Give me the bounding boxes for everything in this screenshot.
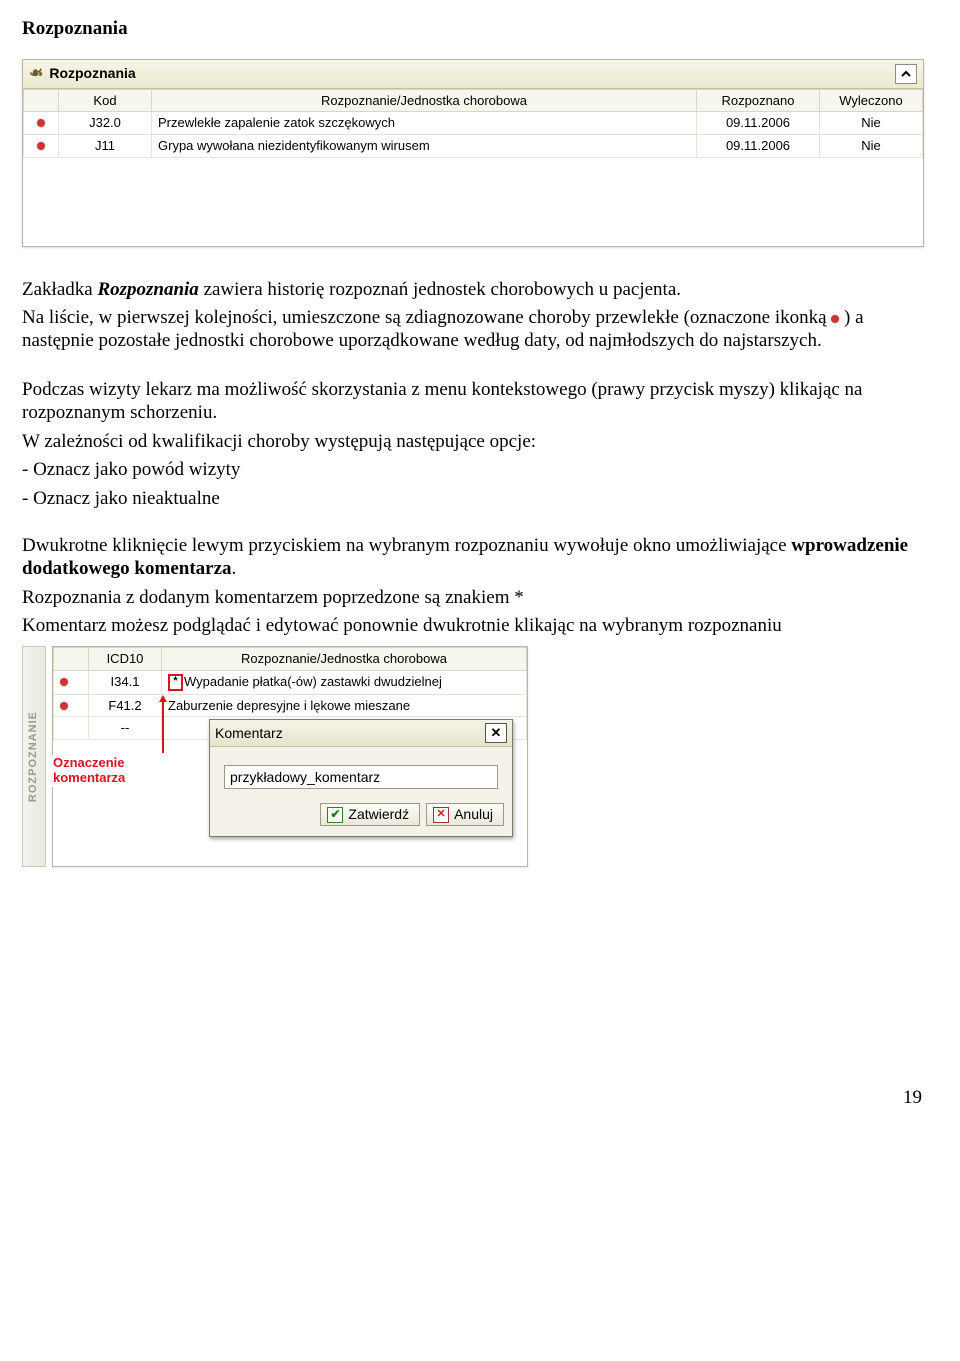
cell-code: --	[89, 717, 162, 740]
col-icon	[24, 89, 59, 112]
paragraph: Komentarz możesz podglądać i edytować po…	[22, 615, 930, 638]
cell-text: Wypadanie płatka(-ów) zastawki dwudzieln…	[184, 674, 442, 689]
text: Zakładka	[22, 279, 97, 300]
table-row[interactable]: I34.1 *Wypadanie płatka(-ów) zastawki dw…	[54, 670, 527, 694]
text: Dwukrotne kliknięcie lewym przyciskiem n…	[22, 535, 791, 556]
col-diag[interactable]: Rozpoznanie/Jednostka chorobowa	[152, 89, 697, 112]
diagnoses-table: Kod Rozpoznanie/Jednostka chorobowa Rozp…	[23, 89, 923, 158]
paragraph: Rozpoznania z dodanym komentarzem poprze…	[22, 587, 930, 610]
panel-title: Rozpoznania	[49, 65, 895, 82]
close-icon: ✕	[433, 807, 449, 823]
paragraph: W zależności od kwalifikacji choroby wys…	[22, 431, 930, 454]
table-row[interactable]: J11 Grypa wywołana niezidentyfikowanym w…	[24, 134, 923, 157]
text: Na liście, w pierwszej kolejności, umies…	[22, 307, 831, 328]
cell-date: 09.11.2006	[697, 112, 820, 135]
comment-dialog: Komentarz ✕ ✔ Zatwierdź ✕ Anuluj	[209, 719, 513, 837]
sidebar-tab[interactable]: ROZPOZNANIE	[22, 646, 46, 867]
col-code[interactable]: Kod	[59, 89, 152, 112]
dialog-buttons: ✔ Zatwierdź ✕ Anuluj	[210, 797, 512, 836]
col-date[interactable]: Rozpoznano	[697, 89, 820, 112]
diagnoses-panel-small: ICD10 Rozpoznanie/Jednostka chorobowa I3…	[52, 646, 528, 867]
cell-code: J32.0	[59, 112, 152, 135]
page-number: 19	[22, 1087, 930, 1110]
dialog-header: Komentarz ✕	[210, 720, 512, 747]
cell-diag: Przewlekłe zapalenie zatok szczękowych	[152, 112, 697, 135]
col-icon	[54, 648, 89, 671]
sidebar-label-text: ROZPOZNANIE	[27, 711, 40, 802]
panel-empty-area	[23, 158, 923, 246]
confirm-button[interactable]: ✔ Zatwierdź	[320, 803, 420, 826]
text: zawiera historię rozpoznań jednostek cho…	[199, 279, 681, 300]
chronic-icon	[60, 678, 68, 686]
cell-code: F41.2	[89, 694, 162, 717]
chronic-icon	[37, 142, 45, 150]
dialog-body	[210, 747, 512, 797]
cell-diag: *Wypadanie płatka(-ów) zastawki dwudziel…	[162, 670, 527, 694]
annotation-line: Oznaczenie	[53, 755, 125, 770]
cancel-button[interactable]: ✕ Anuluj	[426, 803, 504, 826]
annotation-label: Oznaczenie komentarza	[51, 755, 127, 787]
comment-marker: *	[168, 674, 183, 691]
button-label: Zatwierdź	[348, 806, 409, 823]
chronic-icon	[60, 702, 68, 710]
chevron-up-icon	[900, 69, 912, 79]
table-row[interactable]: F41.2 Zaburzenie depresyjne i lękowe mie…	[54, 694, 527, 717]
collapse-button[interactable]	[895, 64, 917, 84]
paragraph: Zakładka Rozpoznania zawiera historię ro…	[22, 279, 930, 302]
panel-icon: ☙	[29, 64, 43, 83]
table-row[interactable]: J32.0 Przewlekłe zapalenie zatok szczęko…	[24, 112, 923, 135]
check-icon: ✔	[327, 807, 343, 823]
chronic-icon	[37, 119, 45, 127]
annotation-line: komentarza	[53, 770, 125, 785]
cell-code: J11	[59, 134, 152, 157]
col-cured[interactable]: Wyleczono	[820, 89, 923, 112]
close-icon: ✕	[491, 725, 502, 741]
panel-header: ☙ Rozpoznania	[23, 60, 923, 89]
text: .	[232, 558, 237, 579]
col-diag[interactable]: Rozpoznanie/Jednostka chorobowa	[162, 648, 527, 671]
dialog-close-button[interactable]: ✕	[485, 723, 507, 743]
example-wrap: ROZPOZNANIE ICD10 Rozpoznanie/Jednostka …	[22, 646, 930, 867]
section-title: Rozpoznania	[22, 18, 930, 41]
cell-cured: Nie	[820, 112, 923, 135]
table-header-row: Kod Rozpoznanie/Jednostka chorobowa Rozp…	[24, 89, 923, 112]
cell-code: I34.1	[89, 670, 162, 694]
cell-cured: Nie	[820, 134, 923, 157]
cell-diag: Zaburzenie depresyjne i lękowe mieszane	[162, 694, 527, 717]
dialog-title: Komentarz	[215, 725, 485, 742]
cell-date: 09.11.2006	[697, 134, 820, 157]
button-label: Anuluj	[454, 806, 493, 823]
cell-diag: Grypa wywołana niezidentyfikowanym wirus…	[152, 134, 697, 157]
paragraph: Na liście, w pierwszej kolejności, umies…	[22, 307, 930, 353]
paragraph: Dwukrotne kliknięcie lewym przyciskiem n…	[22, 535, 930, 581]
diagnoses-panel: ☙ Rozpoznania Kod Rozpoznanie/Jednostka …	[22, 59, 924, 247]
paragraph: Podczas wizyty lekarz ma możliwość skorz…	[22, 379, 930, 425]
col-code[interactable]: ICD10	[89, 648, 162, 671]
list-item: - Oznacz jako nieaktualne	[22, 488, 930, 511]
table-header-row: ICD10 Rozpoznanie/Jednostka chorobowa	[54, 648, 527, 671]
annotation-arrow	[162, 701, 164, 753]
text-emphasis: Rozpoznania	[97, 279, 198, 300]
list-item: - Oznacz jako powód wizyty	[22, 459, 930, 482]
comment-input[interactable]	[224, 765, 498, 789]
